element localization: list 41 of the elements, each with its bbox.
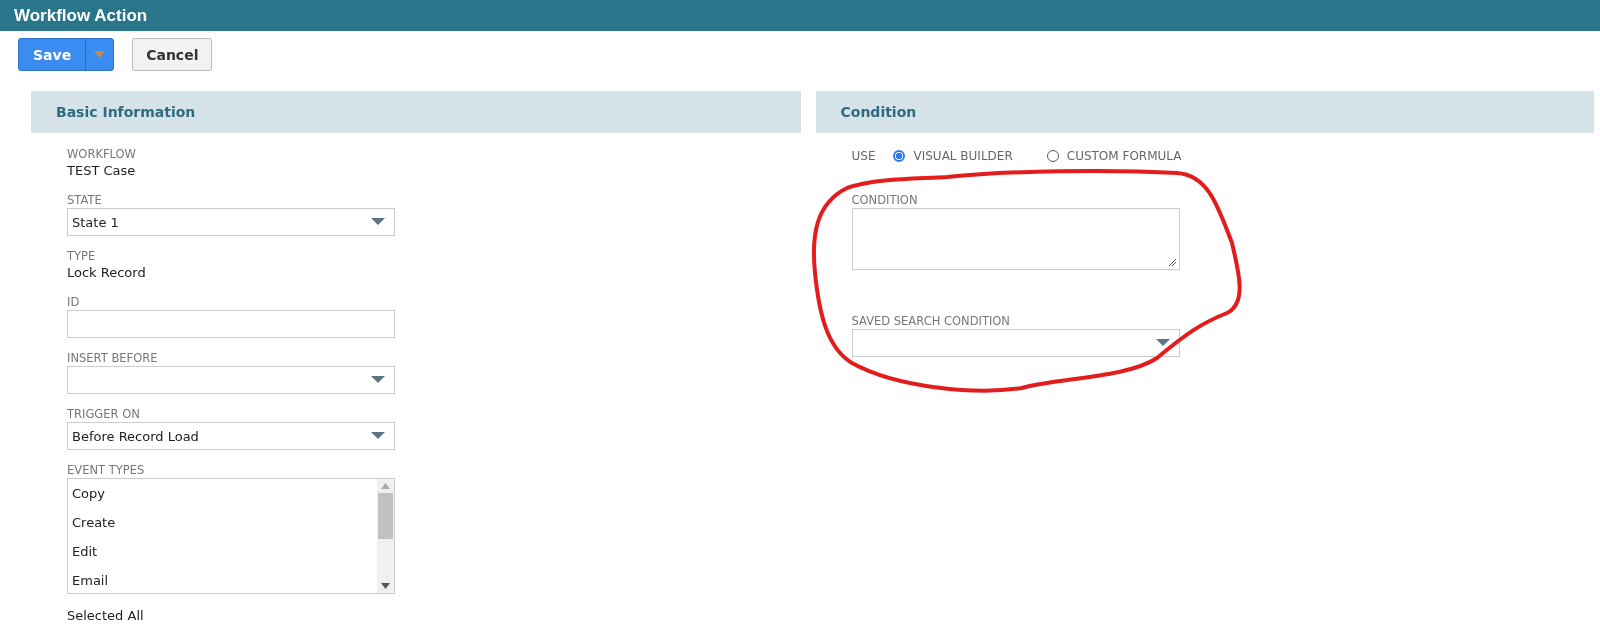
field-value: Lock Record xyxy=(67,264,147,282)
list-item[interactable]: Create xyxy=(72,508,373,537)
input-field[interactable] xyxy=(67,310,395,338)
dropdown[interactable]: Before Record Load xyxy=(67,422,395,450)
scroll-down-arrow-icon xyxy=(381,583,390,589)
list-box[interactable]: Copy Create Edit Email xyxy=(67,478,395,594)
caret-icon xyxy=(94,51,106,58)
field-label: TYPE xyxy=(67,249,97,264)
field-label: USE xyxy=(851,149,876,163)
radio-option[interactable]: VISUAL BUILDER xyxy=(893,149,1013,163)
caret-icon xyxy=(371,376,385,384)
field-label: CONDITION xyxy=(851,193,919,208)
scrollbar[interactable] xyxy=(377,479,394,593)
text-area[interactable] xyxy=(851,208,1180,270)
list-item[interactable]: Email xyxy=(72,566,373,593)
status-text: Selected All xyxy=(67,607,145,625)
scroll-thumb[interactable] xyxy=(378,493,393,539)
cancel-button[interactable]: Cancel xyxy=(132,38,213,71)
field-label: INSERT BEFORE xyxy=(67,351,159,366)
radio-option[interactable]: CUSTOM FORMULA xyxy=(1046,149,1182,163)
dropdown[interactable] xyxy=(851,329,1180,357)
caret-icon xyxy=(371,218,385,226)
caret-icon xyxy=(371,432,385,440)
list-item[interactable]: Copy xyxy=(72,479,373,508)
window-title: Workflow Action xyxy=(14,5,148,26)
field-label: TRIGGER ON xyxy=(67,407,141,422)
list-item[interactable]: Edit xyxy=(72,537,373,566)
field-label: WORKFLOW xyxy=(67,147,137,162)
dropdown[interactable] xyxy=(67,366,395,394)
caret-icon xyxy=(1155,339,1170,347)
radio-button[interactable] xyxy=(893,150,906,162)
scroll-up-arrow-icon xyxy=(381,483,390,489)
dropdown[interactable]: State 1 xyxy=(67,208,395,236)
field-label: EVENT TYPES xyxy=(67,463,146,478)
section-title: Condition xyxy=(840,104,917,120)
field-label: STATE xyxy=(67,193,103,208)
section-title: Basic Information xyxy=(56,104,196,120)
field-label: ID xyxy=(67,295,81,310)
resize-grip-icon xyxy=(1167,258,1177,267)
field-label: SAVED SEARCH CONDITION xyxy=(851,314,1011,329)
field-value: TEST Case xyxy=(67,162,137,180)
